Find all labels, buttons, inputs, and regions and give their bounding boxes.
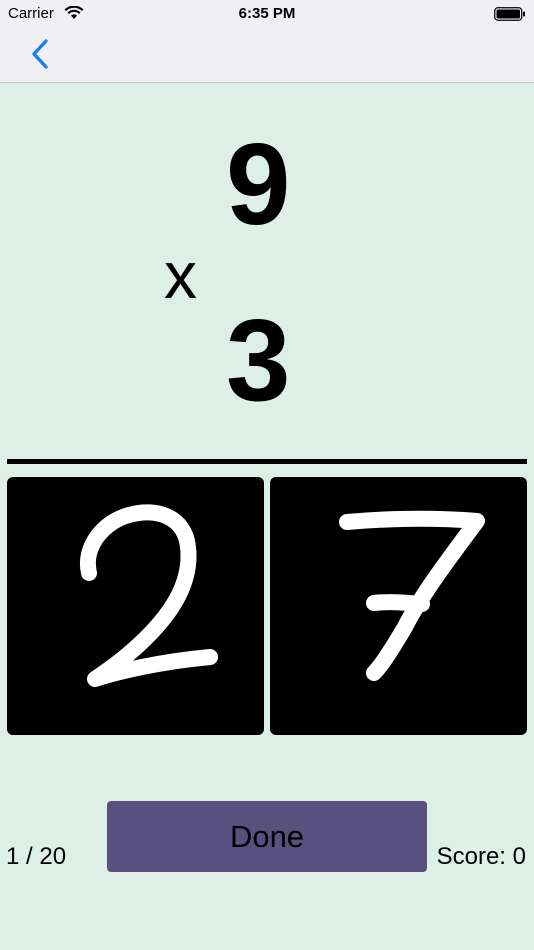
digit-drawing-pad-tens[interactable]: 2 — [7, 477, 264, 735]
bottom-operand: 3 — [226, 295, 291, 425]
chevron-left-icon — [32, 39, 48, 69]
multiplication-problem: 9 x 3 — [0, 84, 534, 454]
handwritten-digit-7 — [339, 510, 485, 681]
operator-sign: x — [164, 238, 197, 312]
answer-divider-line — [7, 459, 527, 464]
status-bar: Carrier 6:35 PM — [0, 0, 534, 28]
navigation-bar — [0, 28, 534, 83]
handwritten-digit-2 — [79, 504, 218, 687]
back-button[interactable] — [26, 36, 56, 72]
done-button[interactable]: Done — [107, 801, 427, 872]
digit-drawing-pad-ones[interactable]: 7 — [270, 477, 527, 735]
question-progress: 1 / 20 — [6, 843, 67, 870]
score-label: Score: 0 — [436, 843, 526, 870]
top-operand: 9 — [226, 119, 291, 249]
status-time: 6:35 PM — [238, 5, 296, 22]
battery-icon — [494, 7, 525, 21]
